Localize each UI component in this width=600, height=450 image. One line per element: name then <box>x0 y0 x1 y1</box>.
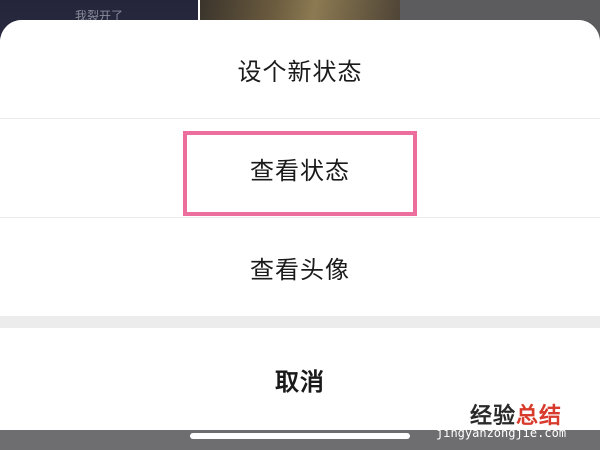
set-new-status-label: 设个新状态 <box>237 57 363 86</box>
action-sheet: 设个新状态 查看状态 查看头像 取消 <box>0 20 600 430</box>
view-status-option[interactable]: 查看状态 <box>0 119 600 217</box>
screen: 我裂开了 设个新状态 查看状态 查看头像 取消 经验总结 jingyanzong… <box>0 0 600 450</box>
view-avatar-option[interactable]: 查看头像 <box>0 218 600 316</box>
view-avatar-label: 查看头像 <box>250 255 350 284</box>
home-indicator[interactable] <box>190 433 410 439</box>
cancel-separator <box>0 316 600 328</box>
view-status-label: 查看状态 <box>250 156 350 185</box>
cancel-label: 取消 <box>275 367 325 396</box>
set-new-status-option[interactable]: 设个新状态 <box>0 20 600 118</box>
watermark-url: jingyanzongjie.com <box>436 426 567 440</box>
